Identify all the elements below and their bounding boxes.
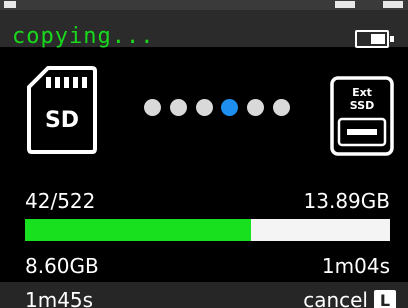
progress-dot: [247, 98, 265, 116]
ssd-label-ext: Ext: [352, 86, 372, 99]
progress-bar-fill: [25, 219, 252, 241]
status-mark: [335, 1, 355, 8]
top-status-strip: [0, 0, 408, 10]
page-title: copying...: [12, 24, 155, 49]
files-count: 42/522: [25, 189, 96, 213]
status-mark: [4, 1, 16, 8]
battery-level: [370, 34, 385, 44]
cancel-button[interactable]: cancel L: [303, 288, 396, 308]
elapsed-time: 1m04s: [321, 254, 390, 278]
sd-card-icon: SD: [26, 65, 98, 155]
l-button-icon: L: [374, 290, 396, 308]
battery-icon: [355, 30, 394, 48]
transfer-progress-dots: [144, 97, 290, 117]
progress-dot: [221, 98, 239, 116]
status-mark: [383, 1, 403, 8]
progress-dot: [169, 98, 187, 116]
sd-label: SD: [45, 108, 79, 133]
cancel-label: cancel: [303, 288, 368, 308]
progress-dot: [144, 98, 161, 116]
ssd-label-ssd: SSD: [350, 99, 374, 112]
remaining-time: 1m45s: [25, 288, 94, 308]
title-bar: copying...: [0, 10, 408, 49]
total-size: 13.89GB: [303, 189, 390, 213]
footer-bar: 1m45s cancel L: [0, 282, 408, 308]
progress-dot: [195, 98, 213, 116]
ext-ssd-icon: Ext SSD: [330, 76, 394, 156]
progress-bar: [25, 219, 390, 241]
copied-size: 8.60GB: [25, 254, 99, 278]
progress-dot: [272, 98, 290, 116]
